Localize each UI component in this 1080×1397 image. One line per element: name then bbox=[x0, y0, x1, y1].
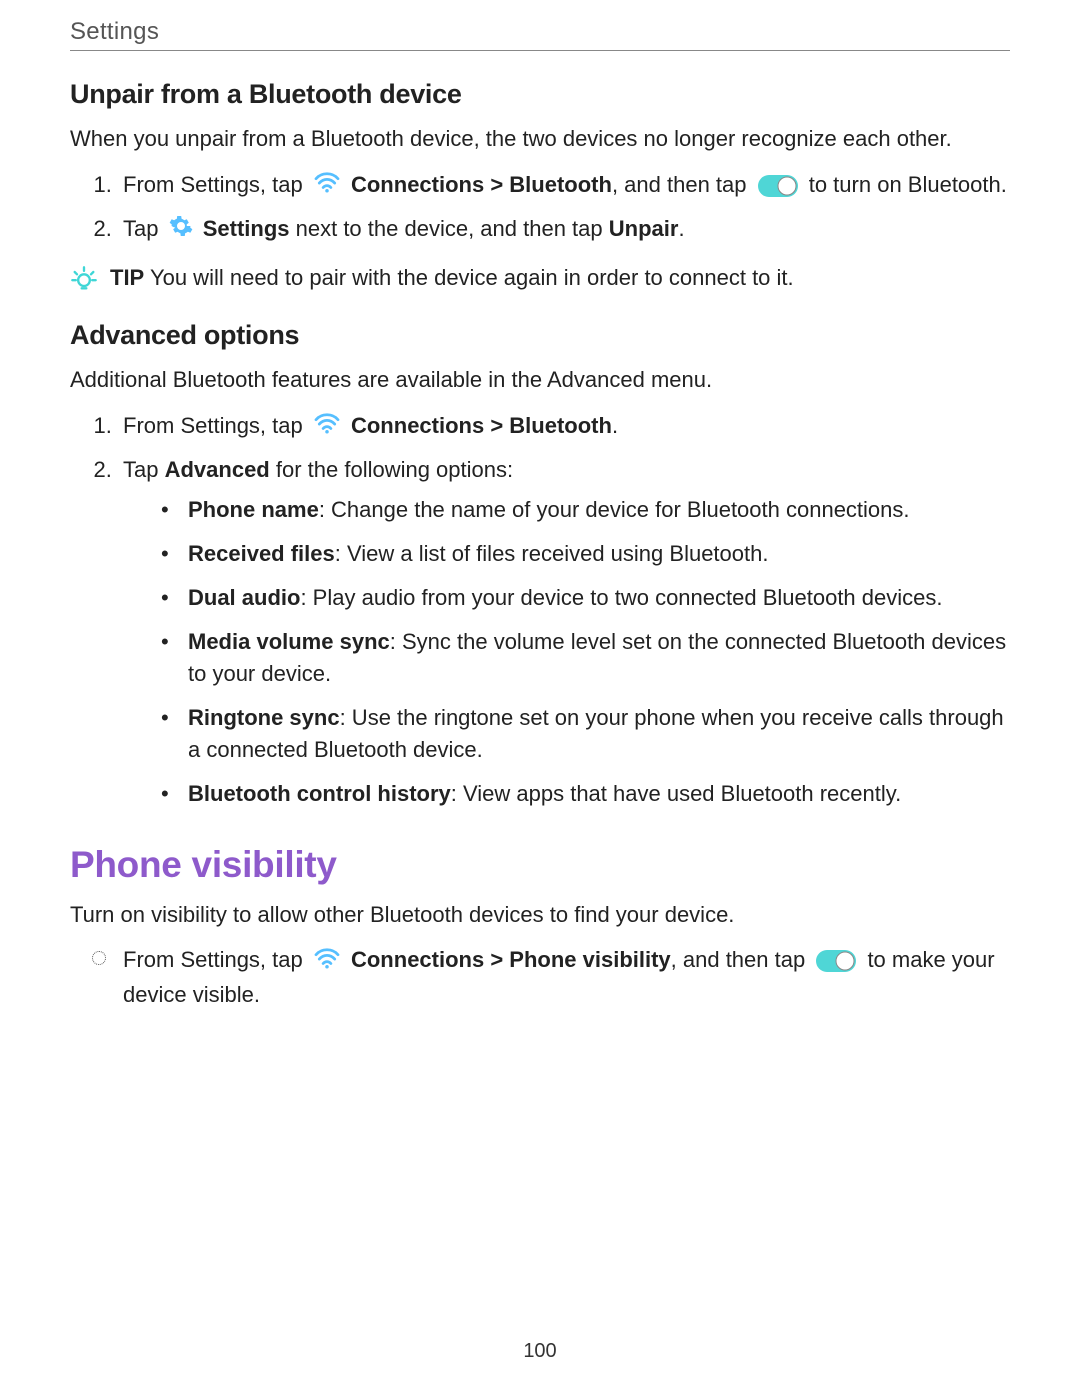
text: From Settings, tap bbox=[123, 413, 309, 438]
text-bold: Connections > Bluetooth bbox=[351, 172, 612, 197]
opt-label: Ringtone sync bbox=[188, 705, 340, 730]
list-item: Dual audio: Play audio from your device … bbox=[183, 582, 1010, 614]
heading-advanced: Advanced options bbox=[70, 320, 1010, 351]
visibility-intro: Turn on visibility to allow other Blueto… bbox=[70, 900, 1010, 930]
advanced-options-list: Phone name: Change the name of your devi… bbox=[123, 494, 1010, 809]
page-number: 100 bbox=[0, 1340, 1080, 1363]
toggle-icon bbox=[815, 949, 857, 973]
text-bold: Unpair bbox=[609, 216, 679, 241]
unpair-step-2: Tap Settings next to the device, and the… bbox=[118, 212, 1010, 247]
advanced-steps: From Settings, tap Connections > Bluetoo… bbox=[70, 409, 1010, 810]
text-bold: Settings bbox=[203, 216, 290, 241]
unpair-step-1: From Settings, tap Connections > Bluetoo… bbox=[118, 168, 1010, 203]
opt-desc: : View a list of files received using Bl… bbox=[335, 541, 769, 566]
list-item: Media volume sync: Sync the volume level… bbox=[183, 626, 1010, 690]
text-bold: Connections > Bluetooth bbox=[351, 413, 612, 438]
heading-phone-visibility: Phone visibility bbox=[70, 844, 1010, 886]
text: , and then tap bbox=[612, 172, 753, 197]
connections-icon bbox=[313, 410, 341, 443]
visibility-step: From Settings, tap Connections > Phone v… bbox=[118, 943, 1010, 1011]
toggle-icon bbox=[757, 174, 799, 198]
opt-label: Phone name bbox=[188, 497, 319, 522]
advanced-step-1: From Settings, tap Connections > Bluetoo… bbox=[118, 409, 1010, 444]
opt-label: Bluetooth control history bbox=[188, 781, 451, 806]
text: . bbox=[612, 413, 618, 438]
opt-label: Media volume sync bbox=[188, 629, 390, 654]
connections-icon bbox=[313, 169, 341, 202]
list-item: Phone name: Change the name of your devi… bbox=[183, 494, 1010, 526]
opt-desc: : View apps that have used Bluetooth rec… bbox=[451, 781, 901, 806]
page-header: Settings bbox=[70, 18, 1010, 46]
heading-unpair: Unpair from a Bluetooth device bbox=[70, 79, 1010, 110]
advanced-step-2: Tap Advanced for the following options: … bbox=[118, 453, 1010, 809]
tip-label: TIP bbox=[110, 265, 144, 290]
tip-lightbulb-icon bbox=[70, 265, 98, 298]
list-item: Bluetooth control history: View apps tha… bbox=[183, 778, 1010, 810]
list-item: Received files: View a list of files rec… bbox=[183, 538, 1010, 570]
unpair-intro: When you unpair from a Bluetooth device,… bbox=[70, 124, 1010, 154]
list-item: Ringtone sync: Use the ringtone set on y… bbox=[183, 702, 1010, 766]
text: Tap bbox=[123, 457, 165, 482]
opt-label: Dual audio bbox=[188, 585, 300, 610]
unpair-steps: From Settings, tap Connections > Bluetoo… bbox=[70, 168, 1010, 247]
text: for the following options: bbox=[270, 457, 513, 482]
text: . bbox=[678, 216, 684, 241]
settings-gear-icon bbox=[169, 214, 193, 247]
header-divider bbox=[70, 50, 1010, 51]
tip-block: TIP You will need to pair with the devic… bbox=[70, 263, 1010, 298]
text: to turn on Bluetooth. bbox=[803, 172, 1007, 197]
tip-text: TIP You will need to pair with the devic… bbox=[110, 263, 794, 293]
opt-desc: : Change the name of your device for Blu… bbox=[319, 497, 910, 522]
text: From Settings, tap bbox=[123, 947, 309, 972]
text: next to the device, and then tap bbox=[290, 216, 609, 241]
text-bold: Connections > Phone visibility bbox=[351, 947, 671, 972]
text-bold: Advanced bbox=[165, 457, 270, 482]
tip-body: You will need to pair with the device ag… bbox=[144, 265, 793, 290]
text: From Settings, tap bbox=[123, 172, 309, 197]
text: , and then tap bbox=[671, 947, 812, 972]
text: Tap bbox=[123, 216, 165, 241]
connections-icon bbox=[313, 945, 341, 978]
advanced-intro: Additional Bluetooth features are availa… bbox=[70, 365, 1010, 395]
opt-desc: : Play audio from your device to two con… bbox=[300, 585, 942, 610]
opt-label: Received files bbox=[188, 541, 335, 566]
visibility-steps: From Settings, tap Connections > Phone v… bbox=[70, 943, 1010, 1011]
